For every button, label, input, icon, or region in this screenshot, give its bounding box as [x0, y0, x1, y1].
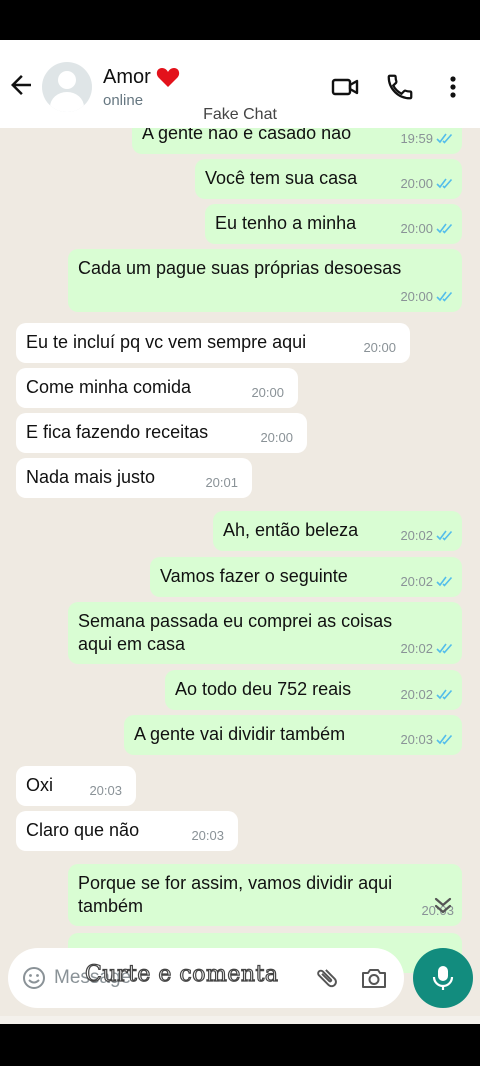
message-outgoing[interactable]: A gente vai dividir também 20:03	[124, 715, 462, 755]
message-incoming[interactable]: Nada mais justo 20:01	[16, 458, 252, 498]
read-receipt-icon	[436, 178, 453, 189]
message-text: Vamos fazer o seguinte	[160, 566, 348, 586]
message-time: 19:59	[400, 131, 433, 146]
message-time: 20:02	[400, 528, 433, 543]
more-options-icon[interactable]	[438, 72, 468, 102]
microphone-icon	[432, 966, 454, 990]
read-receipt-icon	[436, 689, 453, 700]
back-arrow-icon[interactable]	[6, 70, 36, 100]
message-time: 20:02	[400, 641, 433, 656]
attachment-icon[interactable]	[314, 965, 340, 991]
message-time: 20:02	[400, 687, 433, 702]
message-outgoing[interactable]: Porque se for assim, vamos dividir aqui …	[68, 864, 462, 926]
read-receipt-icon	[436, 643, 453, 654]
message-text: Eu tenho a minha	[215, 213, 357, 233]
message-time: 20:00	[400, 221, 433, 236]
message-text: A gente vai dividir também	[134, 724, 346, 744]
message-text: Cada um pague suas próprias desoesas	[78, 258, 402, 278]
message-text: Come minha comida	[26, 377, 192, 397]
message-outgoing[interactable]: Cada um pague suas próprias desoesas 20:…	[68, 249, 462, 312]
message-text: Ao todo deu 752 reais	[175, 679, 352, 699]
message-time: 20:00	[400, 176, 433, 191]
message-time: 20:03	[89, 783, 122, 798]
message-time: 20:00	[400, 289, 433, 304]
message-outgoing[interactable]: Vamos fazer o seguinte 20:02	[150, 557, 462, 597]
read-receipt-icon	[436, 530, 453, 541]
heart-icon	[156, 68, 180, 87]
message-outgoing[interactable]: Você tem sua casa 20:00	[195, 159, 462, 199]
message-time: 20:01	[205, 475, 238, 490]
camera-icon[interactable]	[360, 965, 388, 991]
read-receipt-icon	[436, 223, 453, 234]
status-bar	[0, 0, 480, 40]
read-receipt-icon	[436, 291, 453, 302]
contact-name[interactable]: Amor	[103, 66, 151, 89]
message-time: 20:03	[191, 828, 224, 843]
navigation-bar	[0, 1016, 480, 1066]
message-text: Claro que não	[26, 820, 140, 840]
message-text: Ah, então beleza	[223, 520, 359, 540]
message-outgoing[interactable]: Ah, então beleza 20:02	[213, 511, 462, 551]
message-text: Eu te incluí pq vc vem sempre aqui	[26, 332, 307, 352]
message-outgoing[interactable]: A gente não é casado não 19:59	[132, 128, 462, 154]
read-receipt-icon	[436, 734, 453, 745]
read-receipt-icon	[436, 576, 453, 587]
message-incoming[interactable]: Eu te incluí pq vc vem sempre aqui 20:00	[16, 323, 410, 363]
message-time: 20:00	[363, 340, 396, 355]
message-list[interactable]: A gente não é casado não 19:59 Você tem …	[0, 128, 480, 1016]
message-text: A gente não é casado não	[142, 128, 352, 143]
message-text: Você tem sua casa	[205, 168, 358, 188]
message-text: Oxi	[26, 775, 53, 795]
message-incoming[interactable]: Claro que não 20:03	[16, 811, 238, 851]
message-text: Porque se for assim, vamos dividir aqui …	[78, 873, 393, 916]
message-time: 20:00	[260, 430, 293, 445]
message-incoming[interactable]: Come minha comida 20:00	[16, 368, 298, 408]
message-outgoing[interactable]: Ao todo deu 752 reais 20:02	[165, 670, 462, 710]
message-text: Semana passada eu comprei as coisas aqui…	[78, 611, 393, 654]
emoji-icon[interactable]	[22, 966, 46, 990]
avatar[interactable]	[42, 62, 92, 112]
video-caption-overlay: Curte e comenta	[84, 961, 279, 987]
message-time: 20:00	[251, 385, 284, 400]
read-receipt-icon	[436, 133, 453, 144]
message-incoming[interactable]: E fica fazendo receitas 20:00	[16, 413, 307, 453]
message-incoming[interactable]: Oxi 20:03	[16, 766, 136, 806]
message-text: E fica fazendo receitas	[26, 422, 209, 442]
video-call-icon[interactable]	[330, 72, 360, 102]
phone-call-icon[interactable]	[385, 72, 415, 102]
message-text: Nada mais justo	[26, 467, 156, 487]
message-time: 20:03	[400, 732, 433, 747]
message-outgoing[interactable]: Eu tenho a minha 20:00	[205, 204, 462, 244]
message-time: 20:02	[400, 574, 433, 589]
scroll-to-bottom-icon[interactable]	[426, 889, 460, 923]
fake-chat-label: Fake Chat	[203, 106, 277, 123]
message-outgoing[interactable]: Semana passada eu comprei as coisas aqui…	[68, 602, 462, 664]
voice-message-button[interactable]	[413, 948, 473, 1008]
